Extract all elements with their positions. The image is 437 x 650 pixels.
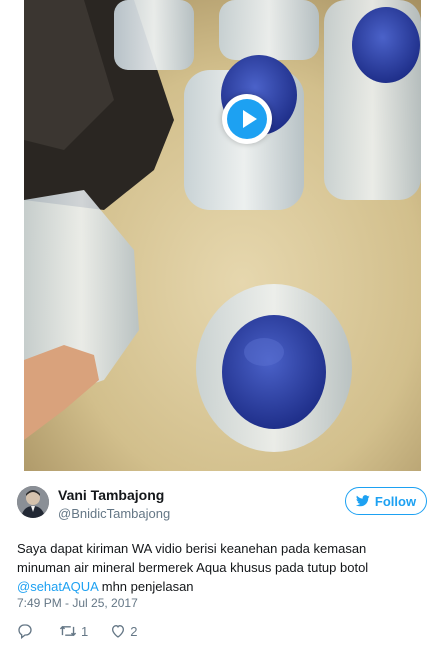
author-display-name[interactable]: Vani Tambajong: [58, 487, 164, 503]
avatar[interactable]: [17, 486, 49, 518]
tweet-text-line: @sehatAQUA mhn penjelasan: [17, 577, 427, 596]
follow-button[interactable]: Follow: [345, 487, 427, 515]
tweet-timestamp[interactable]: 7:49 PM - Jul 25, 2017: [17, 596, 138, 610]
author-username[interactable]: @BnidicTambajong: [58, 506, 170, 521]
tweet-actions: 1 2: [17, 622, 159, 640]
retweet-button[interactable]: 1: [59, 623, 88, 639]
mention-link[interactable]: @sehatAQUA: [17, 579, 98, 594]
tweet-text-line: minuman air mineral bermerek Aqua khusus…: [17, 560, 369, 575]
tweet-card: Vani Tambajong @BnidicTambajong Follow S…: [0, 0, 437, 650]
retweet-icon: [59, 625, 77, 637]
heart-icon: [112, 624, 125, 638]
tweet-text-line: Saya dapat kiriman WA vidio berisi keane…: [17, 541, 367, 556]
tweet-text: Saya dapat kiriman WA vidio berisi keane…: [17, 539, 427, 596]
video-frame: [24, 0, 421, 471]
reply-button[interactable]: [17, 623, 37, 639]
like-button[interactable]: 2: [110, 623, 137, 639]
play-button[interactable]: [222, 94, 272, 144]
tweet-text-tail: mhn penjelasan: [98, 579, 194, 594]
reply-icon: [18, 624, 32, 639]
twitter-bird-icon: [355, 495, 370, 507]
follow-label: Follow: [374, 493, 417, 509]
retweet-count: 1: [81, 623, 89, 639]
like-count: 2: [130, 623, 138, 639]
video-media[interactable]: [24, 0, 421, 471]
play-icon: [227, 99, 267, 139]
